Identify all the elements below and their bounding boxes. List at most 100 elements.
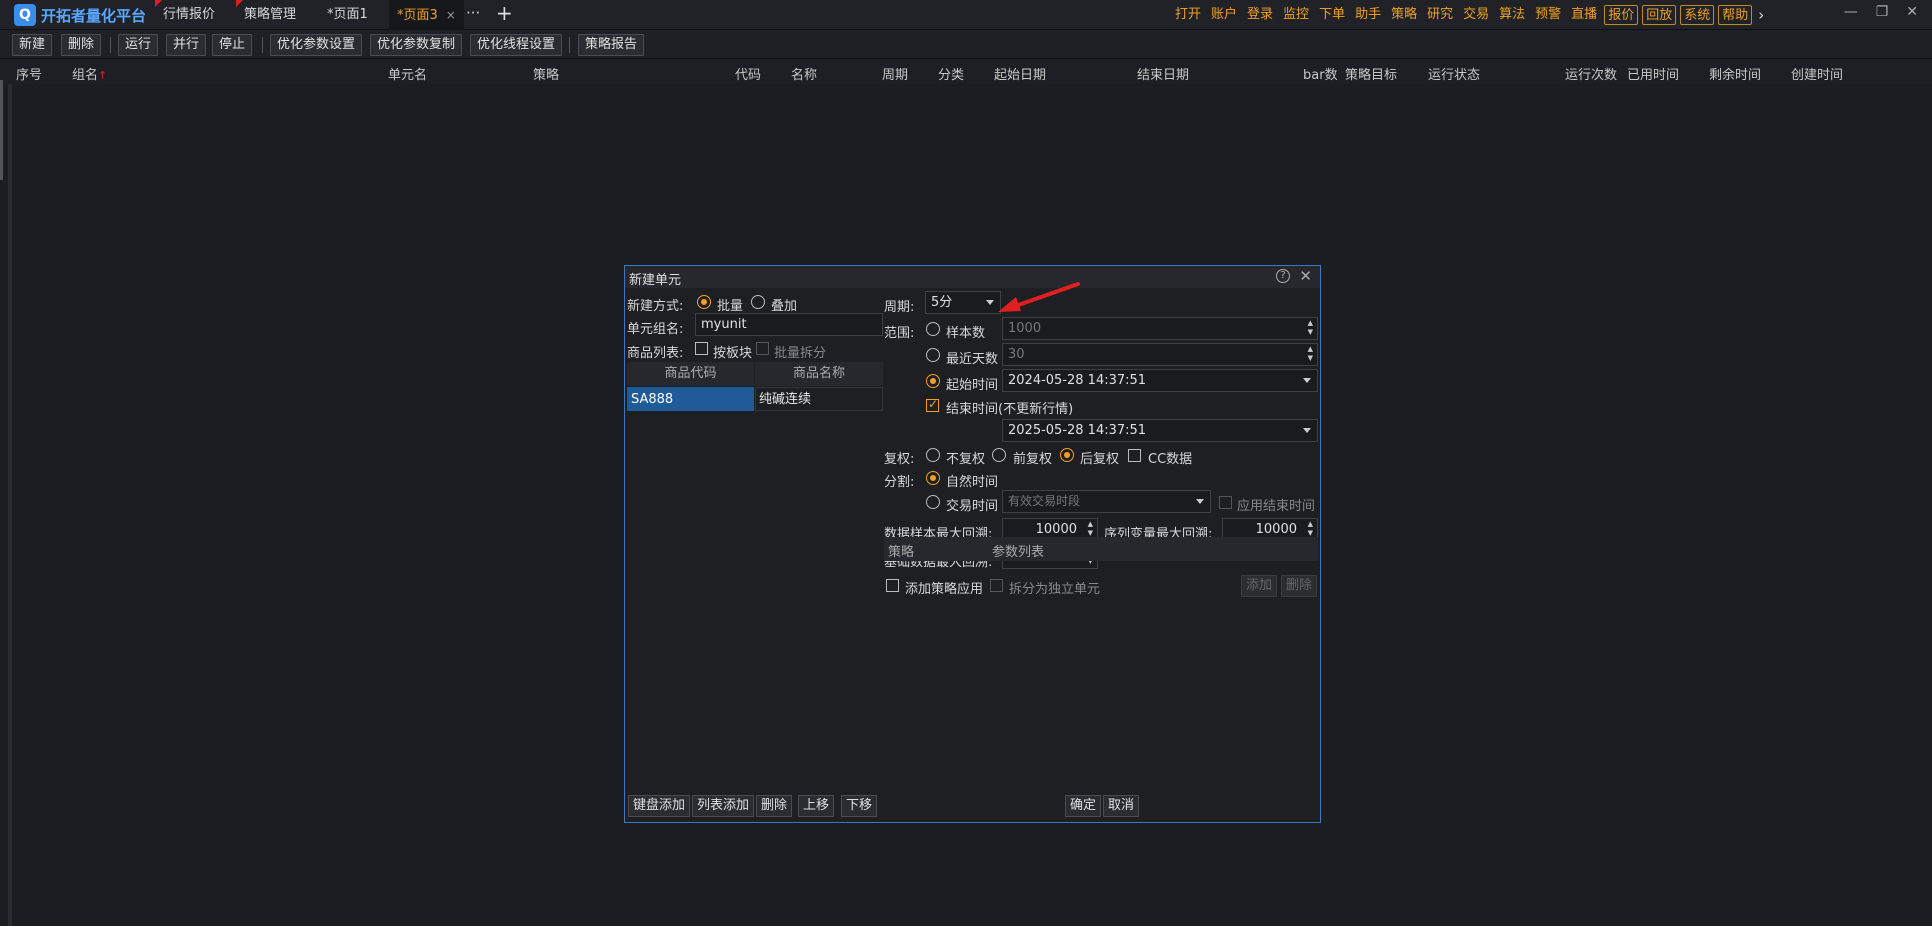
col-start-date[interactable]: 起始日期: [994, 64, 1046, 83]
left-splitter[interactable]: [8, 84, 12, 926]
menu-assistant[interactable]: 助手: [1350, 5, 1386, 25]
col-product-name[interactable]: 商品名称: [755, 362, 883, 386]
menu-replay[interactable]: 回放: [1642, 5, 1677, 25]
more-tabs-icon[interactable]: ···: [466, 4, 480, 22]
col-used-time[interactable]: 已用时间: [1627, 64, 1679, 83]
adj-backward-radio[interactable]: [1060, 448, 1074, 462]
col-run-count[interactable]: 运行次数: [1565, 64, 1617, 83]
menu-open[interactable]: 打开: [1170, 5, 1206, 25]
trade-time-radio[interactable]: [926, 495, 940, 509]
strategy-report-button[interactable]: 策略报告: [578, 34, 645, 56]
menu-system[interactable]: 系统: [1680, 5, 1715, 25]
natural-time-radio[interactable]: [926, 471, 940, 485]
cc-data-checkbox[interactable]: [1128, 449, 1141, 462]
group-name-input[interactable]: myunit: [695, 313, 883, 336]
add-strategy-app-checkbox[interactable]: [886, 579, 899, 592]
col-name[interactable]: 名称: [791, 64, 817, 83]
batch-split-checkbox[interactable]: [756, 342, 769, 355]
adj-none-radio[interactable]: [926, 448, 940, 462]
spinner-icon[interactable]: ▲▼: [1308, 520, 1313, 538]
menu-algorithm[interactable]: 算法: [1494, 5, 1530, 25]
recent-days-radio[interactable]: [926, 348, 940, 362]
product-code-cell[interactable]: SA888: [627, 387, 754, 411]
start-time-radio[interactable]: [926, 374, 940, 388]
dialog-close-icon[interactable]: ✕: [1299, 267, 1312, 285]
col-remain-time[interactable]: 剩余时间: [1709, 64, 1761, 83]
list-add-button[interactable]: 列表添加: [692, 795, 755, 817]
col-bars[interactable]: bar数: [1303, 64, 1338, 83]
menu-more-icon[interactable]: ›: [1758, 6, 1764, 24]
new-button[interactable]: 新建: [12, 34, 53, 56]
move-down-button[interactable]: 下移: [841, 795, 878, 817]
tab-strategy-management[interactable]: 策略管理: [236, 0, 304, 30]
menu-quote[interactable]: 报价: [1604, 5, 1639, 25]
col-param-list[interactable]: 参数列表: [992, 541, 1044, 560]
col-end-date[interactable]: 结束日期: [1137, 64, 1189, 83]
col-group[interactable]: 组名↑: [72, 64, 107, 83]
sample-count-input[interactable]: 1000 ▲ ▼: [1002, 317, 1318, 340]
col-strategy-name[interactable]: 策略: [888, 541, 914, 560]
opt-copy-button[interactable]: 优化参数复制: [370, 34, 463, 56]
menu-order[interactable]: 下单: [1314, 5, 1350, 25]
minimize-icon[interactable]: —: [1844, 4, 1858, 20]
spinner-icon[interactable]: ▲▼: [1308, 319, 1313, 337]
menu-monitor[interactable]: 监控: [1278, 5, 1314, 25]
product-delete-button[interactable]: 删除: [756, 795, 793, 817]
menu-alert[interactable]: 预警: [1530, 5, 1566, 25]
tab-market-quotes[interactable]: 行情报价: [155, 0, 223, 30]
recent-days-input[interactable]: 30 ▲ ▼: [1002, 343, 1318, 366]
ok-button[interactable]: 确定: [1065, 795, 1102, 817]
tab-page1[interactable]: *页面1: [319, 0, 376, 30]
adj-forward-radio[interactable]: [992, 448, 1006, 462]
menu-help[interactable]: 帮助: [1718, 5, 1753, 25]
col-index[interactable]: 序号: [16, 64, 42, 83]
start-time-picker[interactable]: 2024-05-28 14:37:51: [1002, 369, 1318, 392]
keyboard-add-button[interactable]: 键盘添加: [628, 795, 691, 817]
menu-live[interactable]: 直播: [1566, 5, 1602, 25]
menu-research[interactable]: 研究: [1422, 5, 1458, 25]
close-icon[interactable]: ✕: [1906, 4, 1918, 20]
cancel-button[interactable]: 取消: [1103, 795, 1140, 817]
col-unit[interactable]: 单元名: [388, 64, 427, 83]
menu-trade[interactable]: 交易: [1458, 5, 1494, 25]
col-category[interactable]: 分类: [938, 64, 964, 83]
mode-overlay-radio[interactable]: [751, 295, 765, 309]
strategy-delete-button[interactable]: 删除: [1281, 575, 1318, 597]
parallel-button[interactable]: 并行: [166, 34, 207, 56]
end-time-picker[interactable]: 2025-05-28 14:37:51: [1002, 419, 1318, 442]
menu-login[interactable]: 登录: [1242, 5, 1278, 25]
spinner-icon[interactable]: ▲▼: [1308, 345, 1313, 363]
restore-icon[interactable]: ❐: [1876, 4, 1889, 20]
tab-close-icon[interactable]: ×: [446, 8, 456, 22]
period-select[interactable]: 5分: [925, 291, 1001, 314]
by-sector-checkbox[interactable]: [695, 342, 708, 355]
col-create-time[interactable]: 创建时间: [1791, 64, 1843, 83]
delete-button[interactable]: 删除: [61, 34, 102, 56]
col-product-code[interactable]: 商品代码: [627, 362, 754, 386]
apply-end-time-checkbox[interactable]: [1219, 496, 1232, 509]
split-independent-checkbox[interactable]: [990, 579, 1003, 592]
col-period[interactable]: 周期: [882, 64, 908, 83]
sample-count-radio[interactable]: [926, 322, 940, 336]
menu-strategy[interactable]: 策略: [1386, 5, 1422, 25]
dialog-title-bar[interactable]: 新建单元 ? ✕: [625, 266, 1320, 288]
move-up-button[interactable]: 上移: [798, 795, 835, 817]
add-tab-icon[interactable]: +: [496, 1, 513, 25]
stop-button[interactable]: 停止: [212, 34, 253, 56]
col-strategy[interactable]: 策略: [533, 64, 559, 83]
col-code[interactable]: 代码: [735, 64, 761, 83]
tab-page3[interactable]: *页面3 ×: [389, 0, 464, 30]
opt-params-button[interactable]: 优化参数设置: [270, 34, 363, 56]
opt-threads-button[interactable]: 优化线程设置: [470, 34, 563, 56]
end-time-checkbox[interactable]: [926, 397, 939, 412]
col-target[interactable]: 策略目标: [1345, 64, 1397, 83]
product-name-cell[interactable]: 纯碱连续: [755, 387, 883, 411]
strategy-add-button[interactable]: 添加: [1241, 575, 1278, 597]
left-edge-handle[interactable]: [0, 80, 3, 180]
menu-account[interactable]: 账户: [1206, 5, 1242, 25]
mode-batch-radio[interactable]: [697, 295, 711, 309]
help-icon[interactable]: ?: [1276, 269, 1290, 283]
run-button[interactable]: 运行: [118, 34, 159, 56]
col-run-state[interactable]: 运行状态: [1428, 64, 1480, 83]
trade-session-select[interactable]: 有效交易时段: [1002, 490, 1211, 513]
